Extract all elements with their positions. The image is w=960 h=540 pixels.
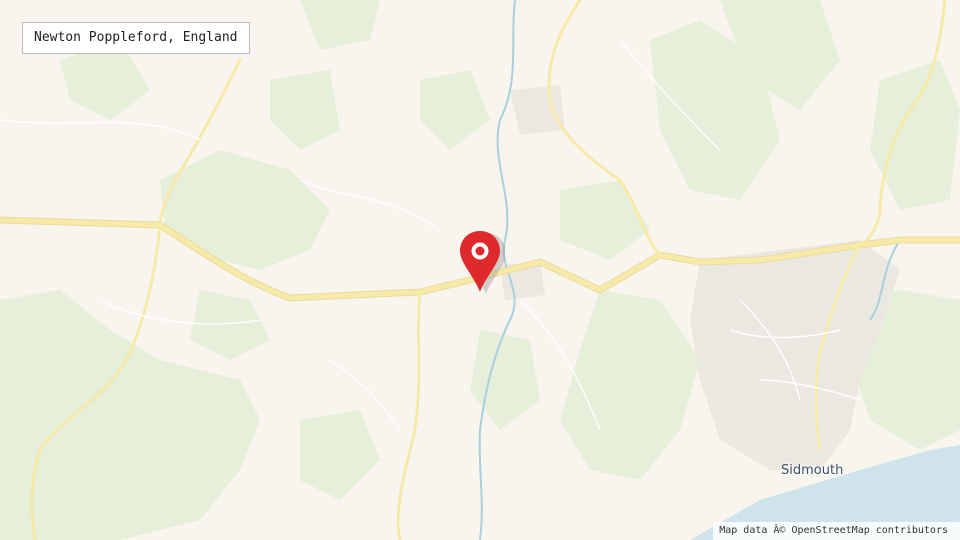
map-pin-icon [460, 231, 506, 294]
map-view[interactable]: Newton Poppleford, England Sidmouth Map … [0, 0, 960, 540]
town-label-sidmouth: Sidmouth [781, 463, 844, 478]
place-label: Newton Poppleford, England [22, 22, 250, 54]
location-marker[interactable] [459, 229, 506, 295]
map-attribution[interactable]: Map data Â© OpenStreetMap contributors [713, 522, 960, 540]
